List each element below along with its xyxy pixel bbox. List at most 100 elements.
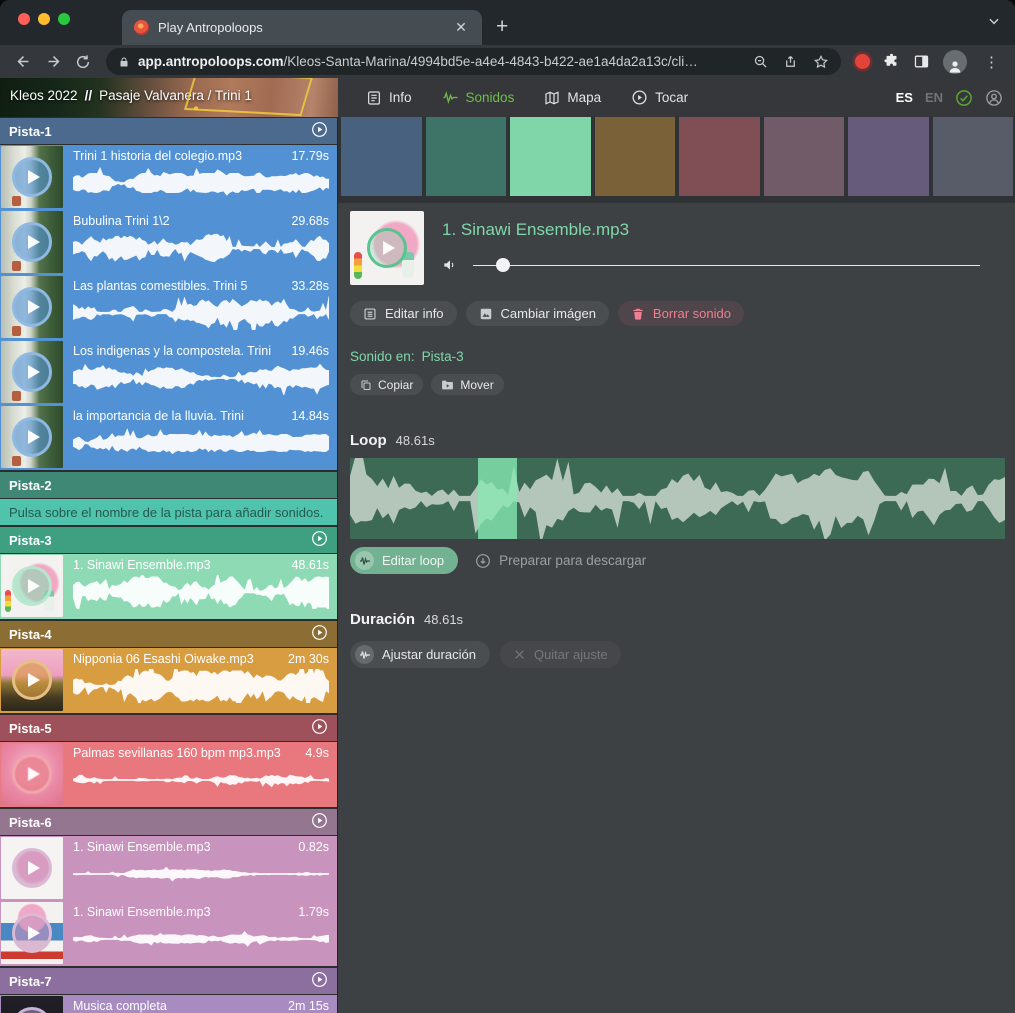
play-track-button[interactable] xyxy=(311,812,328,832)
track-color-swatch[interactable] xyxy=(595,117,676,196)
track-header[interactable]: Pista-1 xyxy=(0,118,337,144)
play-track-button[interactable] xyxy=(311,121,328,141)
clip-row[interactable]: Bubulina Trini 1\229.68s xyxy=(0,210,337,275)
waveform-edit-icon xyxy=(355,551,374,570)
clip-row[interactable]: 1. Sinawi Ensemble.mp30.82s xyxy=(0,836,337,901)
clip-row[interactable]: 1. Sinawi Ensemble.mp348.61s xyxy=(0,554,337,619)
bookmark-star-icon[interactable] xyxy=(813,54,829,70)
breadcrumb[interactable]: Kleos 2022//Pasaje Valvanera / Trini 1 xyxy=(10,88,252,103)
clip-head: Las plantas comestibles. Trini 533.28s xyxy=(73,279,329,293)
track-color-swatch[interactable] xyxy=(426,117,507,196)
clip-row[interactable]: Palmas sevillanas 160 bpm mp3.mp34.9s xyxy=(0,742,337,807)
map-thumbnail-banner[interactable]: Kleos 2022//Pasaje Valvanera / Trini 1 xyxy=(0,78,338,117)
clip-row[interactable]: Los indigenas y la compostela. Trini19.4… xyxy=(0,340,337,405)
track-header[interactable]: Pista-2 xyxy=(0,472,337,498)
download-icon xyxy=(475,553,491,569)
copy-button[interactable]: Copiar xyxy=(350,374,423,395)
play-track-button[interactable] xyxy=(311,971,328,991)
delete-sound-button[interactable]: Borrar sonido xyxy=(618,301,744,326)
close-window-button[interactable] xyxy=(18,13,30,25)
play-track-button[interactable] xyxy=(311,530,328,550)
track-color-swatch[interactable] xyxy=(933,117,1014,196)
nav-item-mapa[interactable]: Mapa xyxy=(544,90,601,106)
track-color-swatch[interactable] xyxy=(679,117,760,196)
play-clip-icon[interactable] xyxy=(12,566,52,606)
loop-waveform-panel[interactable] xyxy=(350,458,1005,539)
track-color-swatch-active[interactable] xyxy=(510,117,591,196)
volume-slider-thumb[interactable] xyxy=(496,258,510,272)
clip-duration: 2m 15s xyxy=(288,999,329,1013)
clip-name: 1. Sinawi Ensemble.mp3 xyxy=(73,840,211,854)
browser-tab[interactable]: Play Antropoloops ✕ xyxy=(122,10,482,45)
clip-row[interactable]: 1. Sinawi Ensemble.mp31.79s xyxy=(0,901,337,966)
forward-button[interactable] xyxy=(40,49,66,75)
extensions-puzzle-icon[interactable] xyxy=(883,53,900,70)
clip-duration: 1.79s xyxy=(298,905,329,919)
edit-loop-button[interactable]: Editar loop xyxy=(350,547,458,574)
clip-duration: 48.61s xyxy=(291,558,329,572)
clip-row[interactable]: Nipponia 06 Esashi Oiwake.mp32m 30s xyxy=(0,648,337,713)
volume-slider[interactable] xyxy=(473,258,980,272)
play-track-button[interactable] xyxy=(311,718,328,738)
play-clip-icon[interactable] xyxy=(12,222,52,262)
track-empty-hint[interactable]: Pulsa sobre el nombre de la pista para a… xyxy=(0,499,337,525)
minimize-window-button[interactable] xyxy=(38,13,50,25)
edit-info-button[interactable]: Editar info xyxy=(350,301,457,326)
play-clip-icon[interactable] xyxy=(12,352,52,392)
clip-row[interactable]: Musica completa2m 15s xyxy=(0,995,337,1013)
reload-button[interactable] xyxy=(70,49,96,75)
play-clip-icon[interactable] xyxy=(12,157,52,197)
clip-head: Musica completa2m 15s xyxy=(73,999,329,1013)
adjust-duration-button[interactable]: Ajustar duración xyxy=(350,641,490,668)
clip-thumbnail xyxy=(1,555,63,617)
clip-row[interactable]: Trini 1 historia del colegio.mp317.79s xyxy=(0,145,337,210)
play-clip-icon[interactable] xyxy=(12,913,52,953)
loop-selection-band[interactable] xyxy=(478,458,517,539)
side-panel-icon[interactable] xyxy=(913,53,930,70)
track-header[interactable]: Pista-7 xyxy=(0,968,337,994)
track-color-swatch[interactable] xyxy=(848,117,929,196)
play-clip-icon[interactable] xyxy=(12,417,52,457)
track-header[interactable]: Pista-6 xyxy=(0,809,337,835)
language-es[interactable]: ES xyxy=(896,90,913,105)
tab-strip: Play Antropoloops ✕ + xyxy=(0,0,1015,45)
tab-close-icon[interactable]: ✕ xyxy=(452,19,470,37)
change-image-button[interactable]: Cambiar imágen xyxy=(466,301,609,326)
screen-record-extension-icon[interactable] xyxy=(855,54,870,69)
nav-item-info[interactable]: Info xyxy=(366,90,412,106)
profile-avatar[interactable] xyxy=(943,50,967,74)
move-button[interactable]: Mover xyxy=(431,374,503,395)
browser-menu-icon[interactable]: ⋮ xyxy=(980,53,1003,71)
play-clip-icon[interactable] xyxy=(12,287,52,327)
play-clip-icon[interactable] xyxy=(12,660,52,700)
clip-row[interactable]: la importancia de la lluvia. Trini14.84s xyxy=(0,405,337,470)
nav-item-tocar[interactable]: Tocar xyxy=(631,89,688,106)
new-tab-button[interactable]: + xyxy=(482,15,508,45)
track-header[interactable]: Pista-4 xyxy=(0,621,337,647)
track-name: Pista-3 xyxy=(9,533,52,548)
tab-search-chevron-icon[interactable] xyxy=(987,14,1001,33)
account-icon[interactable] xyxy=(985,89,1003,107)
clear-adjust-button[interactable]: Quitar ajuste xyxy=(500,641,621,668)
track-header[interactable]: Pista-3 xyxy=(0,527,337,553)
play-clip-icon[interactable] xyxy=(12,848,52,888)
zoom-icon[interactable] xyxy=(753,54,768,69)
sound-thumbnail[interactable] xyxy=(350,211,424,285)
back-button[interactable] xyxy=(10,49,36,75)
zoom-window-button[interactable] xyxy=(58,13,70,25)
sound-in-track-link[interactable]: Pista-3 xyxy=(422,349,464,364)
play-sound-icon[interactable] xyxy=(367,228,407,268)
play-clip-icon[interactable] xyxy=(12,1007,52,1013)
play-track-button[interactable] xyxy=(311,624,328,644)
track-color-swatch[interactable] xyxy=(341,117,422,196)
share-icon[interactable] xyxy=(783,54,798,69)
nav-item-sonidos[interactable]: Sonidos xyxy=(442,90,515,105)
clip-waveform xyxy=(73,231,329,265)
url-bar[interactable]: app.antropoloops.com/Kleos-Santa-Marina/… xyxy=(106,48,841,75)
language-en[interactable]: EN xyxy=(925,90,943,105)
track-color-swatch[interactable] xyxy=(764,117,845,196)
prepare-download-button[interactable]: Preparar para descargar xyxy=(475,553,646,569)
track-header[interactable]: Pista-5 xyxy=(0,715,337,741)
play-clip-icon[interactable] xyxy=(12,754,52,794)
clip-row[interactable]: Las plantas comestibles. Trini 533.28s xyxy=(0,275,337,340)
